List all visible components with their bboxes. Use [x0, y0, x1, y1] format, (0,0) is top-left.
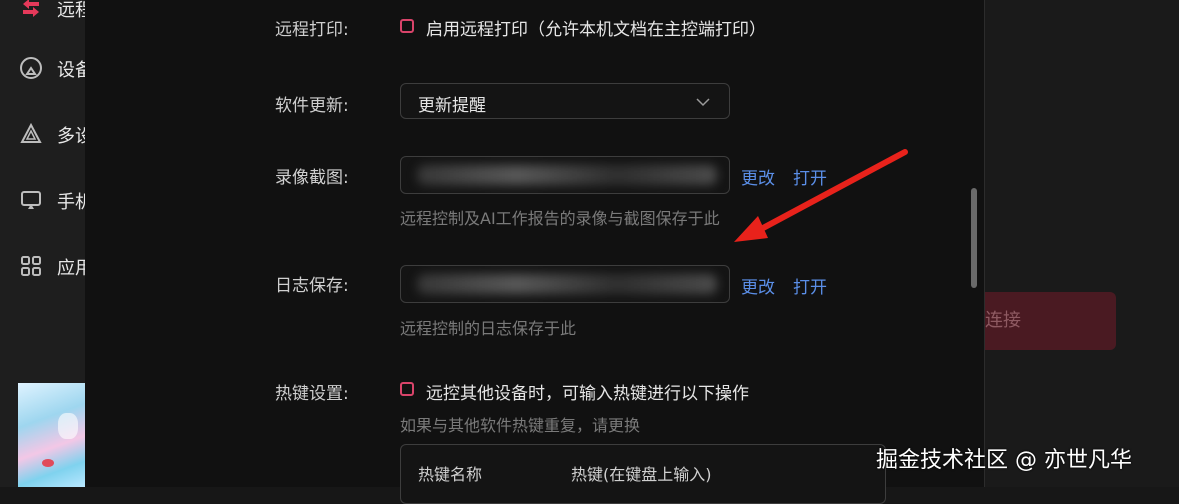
- recording-path-field[interactable]: [400, 156, 730, 194]
- sidebar-item-label: 远程: [57, 0, 85, 21]
- log-open-link[interactable]: 打开: [793, 273, 827, 298]
- thumbnail-image[interactable]: [18, 383, 85, 487]
- log-change-link[interactable]: 更改: [741, 273, 775, 298]
- background-main-area: [985, 0, 1179, 487]
- hotkey-hint: 如果与其他软件热键重复，请更换: [400, 416, 641, 435]
- sidebar-item-label: 应用: [57, 258, 85, 279]
- log-path-blurred: [417, 274, 717, 294]
- chevron-down-icon: [696, 98, 710, 107]
- sidebar-item-label: 手机: [57, 192, 85, 213]
- watermark-text: 掘金技术社区 @ 亦世凡华: [876, 448, 1132, 473]
- log-path-field[interactable]: [400, 265, 730, 303]
- sidebar-item-label: 多设: [57, 126, 85, 147]
- sidebar-item-remote[interactable]: 远程: [0, 0, 85, 28]
- recording-path-blurred: [417, 165, 717, 185]
- sidebar-item-label: 设备: [57, 60, 85, 81]
- remote-print-label: 远程打印:: [275, 20, 349, 40]
- hotkey-table: 热键名称 热键(在键盘上输入): [400, 444, 886, 504]
- log-save-label: 日志保存:: [275, 276, 349, 296]
- remote-print-checkbox-text[interactable]: 启用远程打印（允许本机文档在主控端打印）: [426, 15, 766, 40]
- multi-device-triangle-icon: [20, 122, 42, 143]
- remote-arrows-icon: [23, 0, 39, 17]
- red-arrow-annotation-icon: [734, 149, 908, 242]
- remote-print-checkbox[interactable]: [400, 19, 414, 33]
- recording-hint: 远程控制及AI工作报告的录像与截图保存于此: [400, 209, 720, 228]
- hotkey-checkbox[interactable]: [400, 382, 414, 396]
- recording-label: 录像截图:: [275, 168, 349, 188]
- hotkey-table-header-key: 热键(在键盘上输入): [571, 465, 712, 484]
- hotkey-table-header-name: 热键名称: [418, 465, 483, 484]
- sidebar-item-apps[interactable]: 应用: [0, 246, 85, 286]
- connect-button-label: 连接: [985, 310, 1021, 331]
- hotkey-label: 热键设置:: [275, 384, 349, 404]
- sidebar-item-phone[interactable]: 手机: [0, 180, 85, 220]
- sidebar: 远程 设备 多设 手机 应用: [0, 0, 85, 487]
- connect-button[interactable]: 连接: [985, 292, 1116, 350]
- sidebar-item-device[interactable]: 设备: [0, 48, 85, 88]
- hotkey-checkbox-text[interactable]: 远控其他设备时，可输入热键进行以下操作: [426, 379, 749, 404]
- log-hint: 远程控制的日志保存于此: [400, 319, 577, 338]
- scrollbar-thumb[interactable]: [971, 188, 977, 288]
- software-update-label: 软件更新:: [275, 96, 349, 116]
- screen-cast-icon: [21, 191, 41, 209]
- software-update-select[interactable]: 更新提醒: [400, 83, 730, 119]
- sidebar-item-multi[interactable]: 多设: [0, 114, 85, 154]
- software-update-selected: 更新提醒: [418, 96, 486, 116]
- apps-grid-icon: [21, 256, 41, 276]
- device-broadcast-icon: [20, 57, 42, 79]
